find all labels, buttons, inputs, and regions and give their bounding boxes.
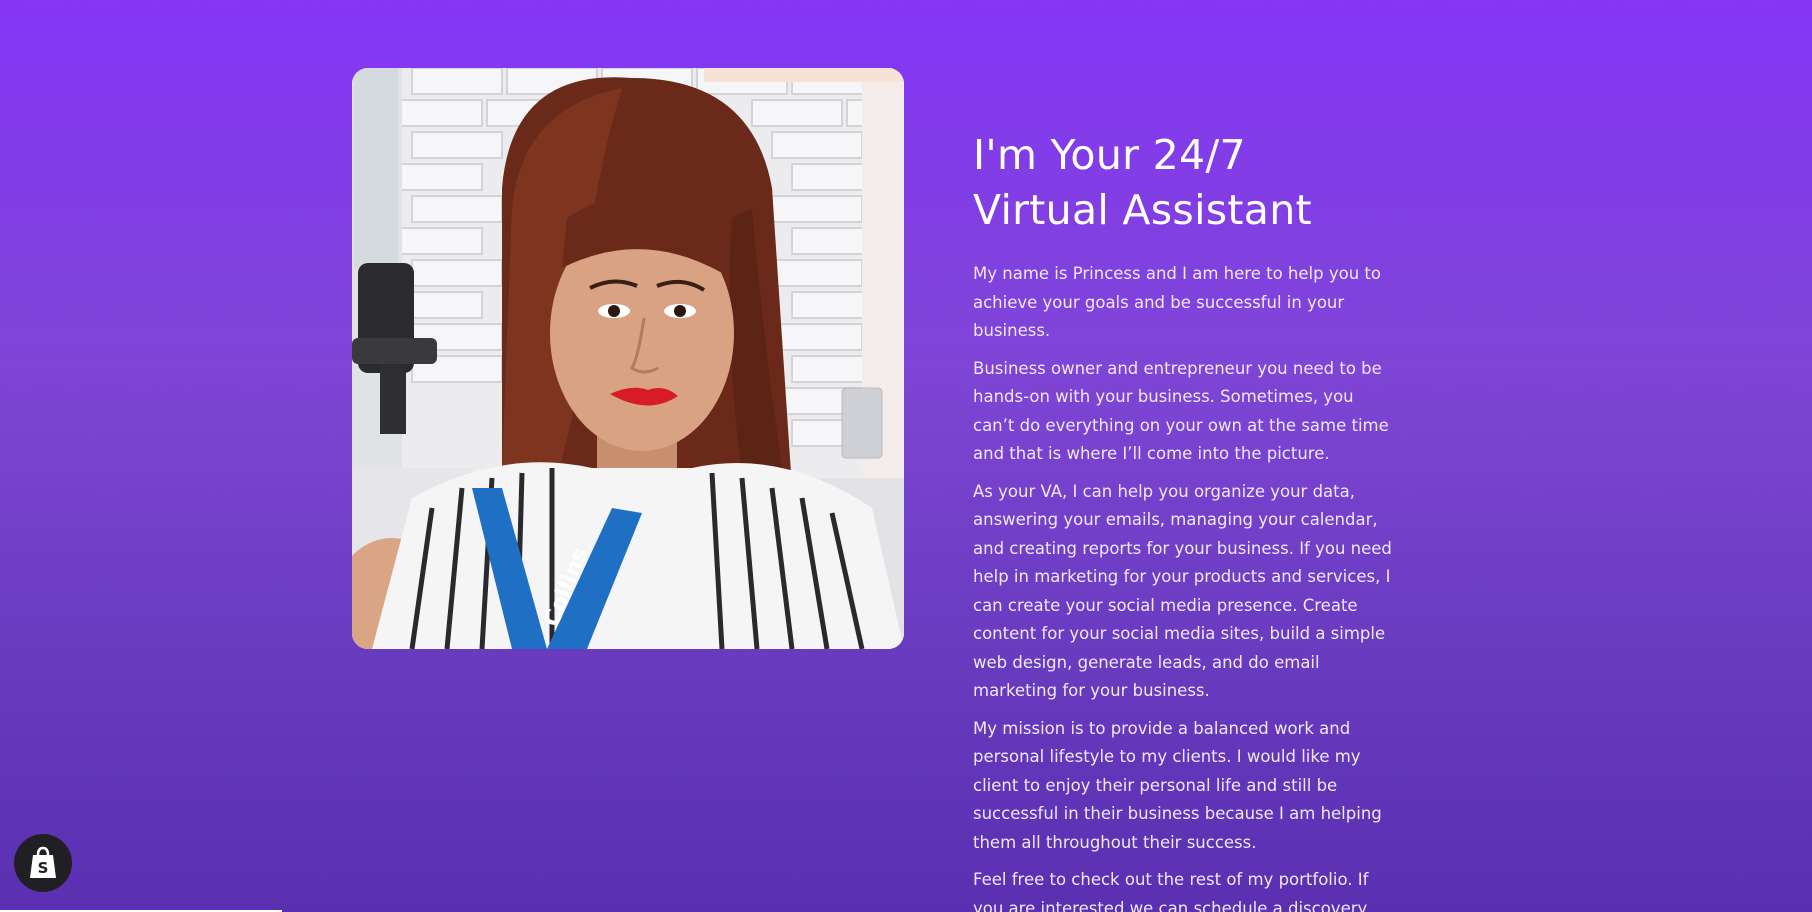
portfolio-paragraph: Feel free to check out the rest of my po… bbox=[973, 870, 1369, 912]
headline-line-1: I'm Your 24/7 bbox=[973, 131, 1246, 179]
services-paragraph: As your VA, I can help you organize your… bbox=[973, 481, 1392, 701]
headline-line-2: Virtual Assistant bbox=[973, 186, 1312, 234]
profile-photo: Collins bbox=[352, 68, 904, 649]
shopify-bag-icon: S bbox=[30, 846, 56, 878]
shopify-glyph: S bbox=[38, 859, 49, 877]
page-title: I'm Your 24/7 Virtual Assistant bbox=[973, 128, 1393, 238]
shopify-badge-button[interactable]: S bbox=[14, 834, 72, 892]
mission-paragraph: My mission is to provide a balanced work… bbox=[973, 718, 1382, 852]
owner-paragraph: Business owner and entrepreneur you need… bbox=[973, 358, 1389, 464]
about-section: I'm Your 24/7 Virtual Assistant My name … bbox=[973, 128, 1393, 912]
intro-paragraph: My name is Princess and I am here to hel… bbox=[973, 264, 1381, 340]
